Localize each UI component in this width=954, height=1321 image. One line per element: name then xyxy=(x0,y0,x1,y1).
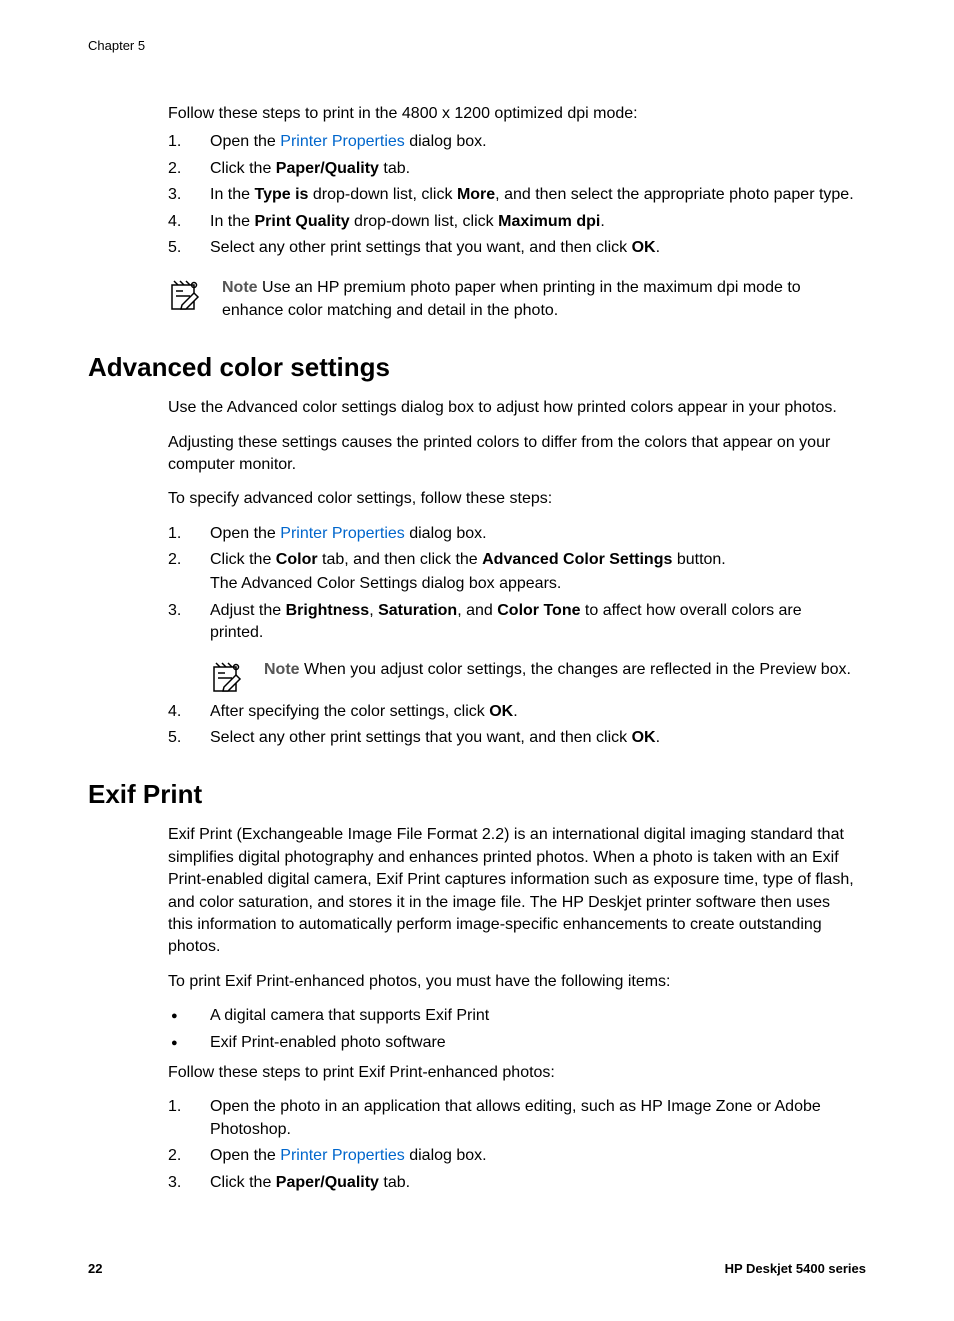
bold-text: Color Tone xyxy=(497,602,580,619)
text: Click the xyxy=(210,1174,276,1191)
printer-properties-link[interactable]: Printer Properties xyxy=(280,525,405,542)
step-item: Open the Printer Properties dialog box. xyxy=(168,131,856,153)
section-3-content: Exif Print (Exchangeable Image File Form… xyxy=(168,824,856,1193)
bold-text: OK xyxy=(489,703,513,720)
step-item: Click the Paper/Quality tab. xyxy=(168,158,856,180)
step-item: Open the Printer Properties dialog box. xyxy=(168,1145,856,1167)
bold-text: Advanced Color Settings xyxy=(482,551,672,568)
note-body: Use an HP premium photo paper when print… xyxy=(222,279,801,318)
section-1-content: Follow these steps to print in the 4800 … xyxy=(168,103,856,322)
bold-text: Color xyxy=(276,551,318,568)
bullet-list: A digital camera that supports Exif Prin… xyxy=(168,1005,856,1054)
text: . xyxy=(656,239,660,256)
text: Click the xyxy=(210,160,276,177)
bold-text: OK xyxy=(632,729,656,746)
note-body: When you adjust color settings, the chan… xyxy=(300,661,851,678)
bold-text: More xyxy=(457,186,495,203)
text: Adjust the xyxy=(210,602,286,619)
series-label: HP Deskjet 5400 series xyxy=(725,1261,866,1276)
text: Click the xyxy=(210,551,276,568)
note-label: Note xyxy=(264,661,300,678)
text: tab. xyxy=(379,1174,410,1191)
note-block: Note Use an HP premium photo paper when … xyxy=(168,277,856,322)
step-item: Select any other print settings that you… xyxy=(168,237,856,259)
page-footer: 22 HP Deskjet 5400 series xyxy=(88,1261,866,1276)
text: drop-down list, click xyxy=(350,213,499,230)
paragraph: To specify advanced color settings, foll… xyxy=(168,488,856,510)
text: , and xyxy=(457,602,497,619)
section-1-steps: Open the Printer Properties dialog box. … xyxy=(168,131,856,259)
text: button. xyxy=(672,551,725,568)
text: In the xyxy=(210,186,254,203)
bold-text: Paper/Quality xyxy=(276,1174,379,1191)
bold-text: Type is xyxy=(254,186,308,203)
note-icon xyxy=(210,659,244,693)
text: dialog box. xyxy=(405,1147,487,1164)
text: In the xyxy=(210,213,254,230)
printer-properties-link[interactable]: Printer Properties xyxy=(280,133,405,150)
step-item: Open the Printer Properties dialog box. xyxy=(168,523,856,545)
note-icon xyxy=(168,277,202,311)
step-item: Click the Paper/Quality tab. xyxy=(168,1172,856,1194)
intro-text: Follow these steps to print in the 4800 … xyxy=(168,103,856,125)
printer-properties-link[interactable]: Printer Properties xyxy=(280,1147,405,1164)
page-number: 22 xyxy=(88,1261,102,1276)
step-item: In the Type is drop-down list, click Mor… xyxy=(168,184,856,206)
step-item: In the Print Quality drop-down list, cli… xyxy=(168,211,856,233)
text: Open the xyxy=(210,1147,280,1164)
text: Open the xyxy=(210,133,280,150)
bold-text: Brightness xyxy=(286,602,370,619)
text: Select any other print settings that you… xyxy=(210,729,632,746)
step-item: Open the photo in an application that al… xyxy=(168,1096,856,1141)
paragraph: To print Exif Print-enhanced photos, you… xyxy=(168,971,856,993)
note-text: Note Use an HP premium photo paper when … xyxy=(222,277,856,322)
step-item: Select any other print settings that you… xyxy=(168,727,856,749)
paragraph: Follow these steps to print Exif Print-e… xyxy=(168,1062,856,1084)
bullet-item: Exif Print-enabled photo software xyxy=(168,1032,856,1054)
bold-text: Saturation xyxy=(378,602,457,619)
bullet-item: A digital camera that supports Exif Prin… xyxy=(168,1005,856,1027)
heading-exif-print: Exif Print xyxy=(88,779,866,810)
text: , and then select the appropriate photo … xyxy=(495,186,853,203)
text: . xyxy=(600,213,604,230)
step-item: Adjust the Brightness, Saturation, and C… xyxy=(168,600,856,693)
text: , xyxy=(369,602,378,619)
text: Select any other print settings that you… xyxy=(210,239,632,256)
section-3-steps: Open the photo in an application that al… xyxy=(168,1096,856,1194)
text: dialog box. xyxy=(405,525,487,542)
text: . xyxy=(513,703,517,720)
heading-advanced-color: Advanced color settings xyxy=(88,352,866,383)
bold-text: Print Quality xyxy=(254,213,349,230)
step-item: After specifying the color settings, cli… xyxy=(168,701,856,723)
text: Open the xyxy=(210,525,280,542)
section-2-steps: Open the Printer Properties dialog box. … xyxy=(168,523,856,750)
bold-text: Paper/Quality xyxy=(276,160,379,177)
note-label: Note xyxy=(222,279,258,296)
bold-text: Maximum dpi xyxy=(498,213,600,230)
text: dialog box. xyxy=(405,133,487,150)
note-text: Note When you adjust color settings, the… xyxy=(264,659,856,681)
paragraph: Use the Advanced color settings dialog b… xyxy=(168,397,856,419)
text: . xyxy=(656,729,660,746)
chapter-header: Chapter 5 xyxy=(88,38,866,53)
text: drop-down list, click xyxy=(308,186,457,203)
note-block: Note When you adjust color settings, the… xyxy=(210,659,856,693)
text: tab. xyxy=(379,160,410,177)
paragraph: Exif Print (Exchangeable Image File Form… xyxy=(168,824,856,958)
step-item: Click the Color tab, and then click the … xyxy=(168,549,856,596)
paragraph: Adjusting these settings causes the prin… xyxy=(168,432,856,477)
bold-text: OK xyxy=(632,239,656,256)
sub-text: The Advanced Color Settings dialog box a… xyxy=(210,573,856,595)
text: After specifying the color settings, cli… xyxy=(210,703,489,720)
section-2-content: Use the Advanced color settings dialog b… xyxy=(168,397,856,749)
text: tab, and then click the xyxy=(318,551,483,568)
